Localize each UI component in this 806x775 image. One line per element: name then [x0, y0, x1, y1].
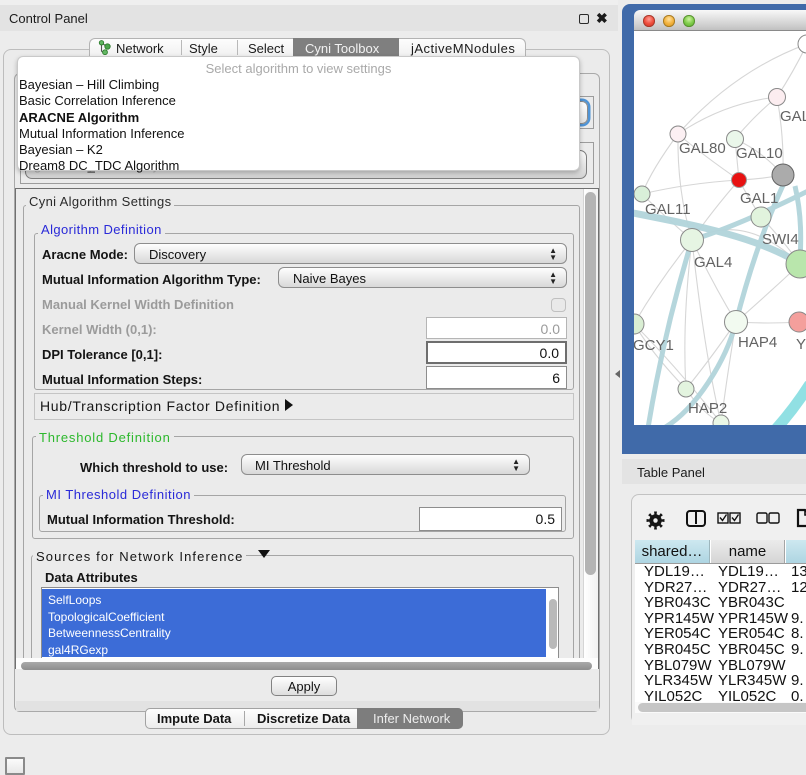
svg-text:GAL10: GAL10	[736, 145, 783, 162]
svg-text:GCY1: GCY1	[634, 337, 674, 354]
svg-text:GAL80: GAL80	[679, 140, 726, 157]
svg-text:GAL7: GAL7	[780, 108, 806, 125]
svg-text:GAL11: GAL11	[645, 201, 691, 218]
svg-text:SWI4: SWI4	[762, 231, 799, 248]
svg-text:HAP4: HAP4	[738, 334, 777, 351]
svg-text:HAP2: HAP2	[688, 400, 727, 417]
svg-text:GAL4: GAL4	[694, 254, 732, 271]
svg-text:Y: Y	[796, 336, 806, 353]
svg-text:GAL1: GAL1	[740, 190, 778, 207]
